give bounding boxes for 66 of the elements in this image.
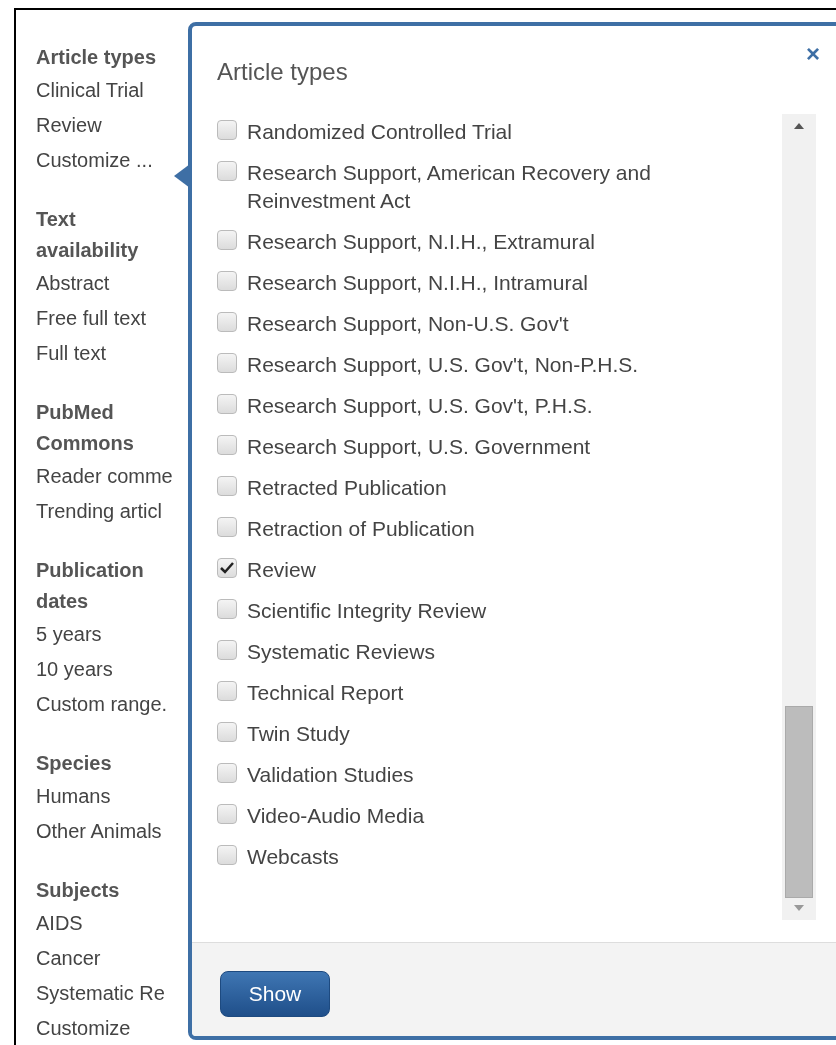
show-button[interactable]: Show	[220, 971, 330, 1017]
scroll-up-icon[interactable]	[793, 122, 805, 130]
checkbox[interactable]	[217, 763, 237, 783]
checkbox[interactable]	[217, 230, 237, 250]
checkbox[interactable]	[217, 845, 237, 865]
option-label[interactable]: Webcasts	[247, 843, 727, 871]
option-label[interactable]: Video-Audio Media	[247, 802, 727, 830]
section-heading: Subjects	[36, 878, 121, 903]
option-label[interactable]: Scientific Integrity Review	[247, 597, 727, 625]
checkbox[interactable]	[217, 161, 237, 181]
section-heading: Article types	[36, 45, 158, 70]
filter-link[interactable]: Other Animals	[36, 814, 188, 849]
section-heading: Species	[36, 751, 113, 776]
option-label[interactable]: Randomized Controlled Trial	[247, 118, 727, 146]
option-label[interactable]: Validation Studies	[247, 761, 727, 789]
option-label[interactable]: Retraction of Publication	[247, 515, 727, 543]
scroll-down-icon[interactable]	[793, 904, 805, 912]
filter-link[interactable]: Custom range.	[36, 687, 188, 722]
checkbox[interactable]	[217, 435, 237, 455]
filter-link[interactable]: Free full text	[36, 301, 188, 336]
checkbox[interactable]	[217, 804, 237, 824]
checkbox[interactable]	[217, 476, 237, 496]
checkbox[interactable]	[217, 353, 237, 373]
filter-link[interactable]: Clinical Trial	[36, 73, 188, 108]
option-label[interactable]: Review	[247, 556, 727, 584]
option-label[interactable]: Research Support, U.S. Government	[247, 433, 727, 461]
scrollbar[interactable]	[782, 114, 816, 920]
scroll-thumb[interactable]	[785, 706, 813, 898]
filter-link[interactable]: Customize ...	[36, 143, 188, 178]
filter-link[interactable]: AIDS	[36, 906, 188, 941]
checkbox[interactable]	[217, 722, 237, 742]
filter-link[interactable]: Systematic Re	[36, 976, 188, 1011]
checkbox[interactable]	[217, 640, 237, 660]
checkbox[interactable]	[217, 120, 237, 140]
filter-link[interactable]: Trending articl	[36, 494, 188, 529]
checkbox[interactable]	[217, 394, 237, 414]
option-label[interactable]: Twin Study	[247, 720, 727, 748]
filter-link[interactable]: Reader comme	[36, 459, 188, 494]
option-label[interactable]: Research Support, N.I.H., Intramural	[247, 269, 727, 297]
option-label[interactable]: Retracted Publication	[247, 474, 727, 502]
checkbox[interactable]	[217, 681, 237, 701]
dialog-title: Article types	[217, 57, 348, 87]
filter-link[interactable]: 5 years	[36, 617, 188, 652]
option-label[interactable]: Systematic Reviews	[247, 638, 727, 666]
option-label[interactable]: Research Support, Non-U.S. Gov't	[247, 310, 727, 338]
section-heading: Text availability	[36, 207, 140, 263]
checkbox[interactable]	[217, 312, 237, 332]
checkbox[interactable]	[217, 599, 237, 619]
option-label[interactable]: Research Support, U.S. Gov't, P.H.S.	[247, 392, 727, 420]
section-heading: Publication dates	[36, 558, 145, 614]
filter-link[interactable]: Review	[36, 108, 188, 143]
filter-link[interactable]: Cancer	[36, 941, 188, 976]
option-label[interactable]: Research Support, N.I.H., Extramural	[247, 228, 727, 256]
section-heading: PubMed Commons	[36, 400, 135, 456]
filter-link[interactable]: Full text	[36, 336, 188, 371]
checkbox[interactable]	[217, 517, 237, 537]
option-label[interactable]: Research Support, U.S. Gov't, Non-P.H.S.	[247, 351, 727, 379]
filter-link[interactable]: 10 years	[36, 652, 188, 687]
close-button[interactable]: ×	[806, 42, 820, 66]
option-label[interactable]: Research Support, American Recovery and Reinvestment Act	[247, 159, 727, 215]
filter-link[interactable]: Customize	[36, 1011, 188, 1045]
checkbox[interactable]	[217, 558, 237, 578]
filter-link[interactable]: Humans	[36, 779, 188, 814]
option-label[interactable]: Technical Report	[247, 679, 727, 707]
filter-link[interactable]: Abstract	[36, 266, 188, 301]
checkbox[interactable]	[217, 271, 237, 291]
